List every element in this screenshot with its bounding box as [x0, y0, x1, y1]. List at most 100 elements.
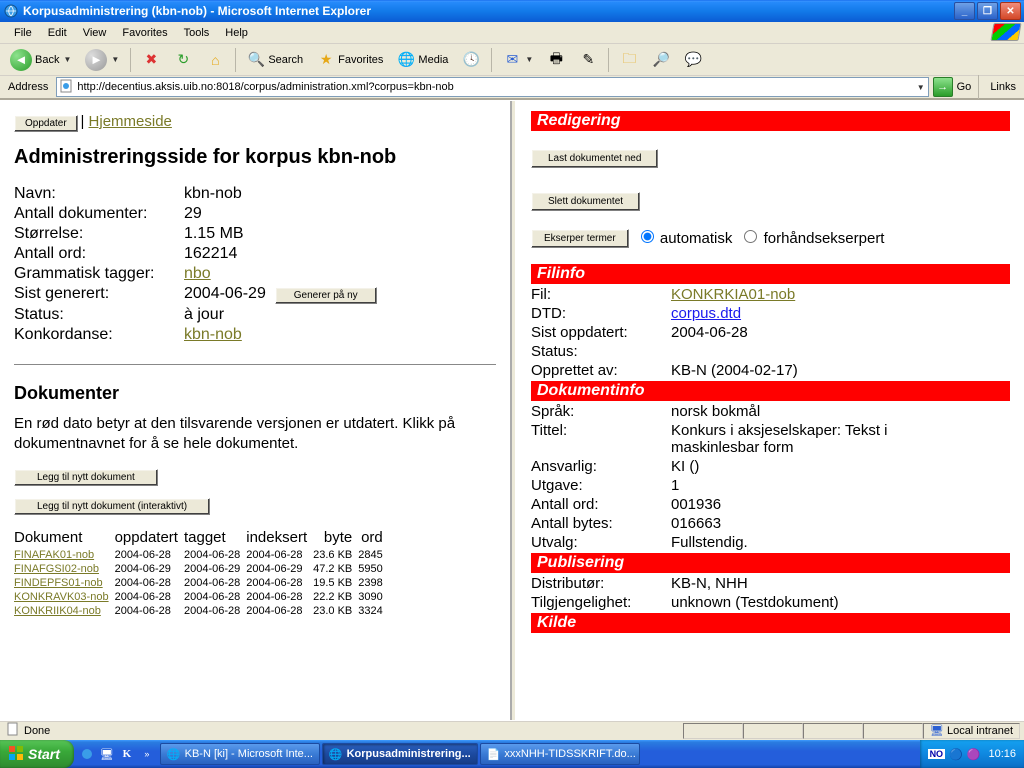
task-item[interactable]: 📄xxxNHH-TIDSSKRIFT.do... [480, 743, 640, 765]
storrelse-label: Størrelse: [14, 225, 184, 243]
status-text: Done [24, 725, 50, 737]
document-table: Dokument oppdatert tagget indeksert byte… [14, 527, 389, 618]
generer-button[interactable]: Generer på ny [275, 287, 377, 304]
legg-til-button[interactable]: Legg til nytt dokument [14, 469, 158, 486]
content-area: Oppdater | Hjemmeside Administreringssid… [0, 100, 1024, 720]
task-label: Korpusadministrering... [347, 748, 471, 760]
gramtag-link[interactable]: nbo [184, 265, 211, 282]
cell-byte: 47.2 KB [313, 562, 358, 576]
start-button[interactable]: Start [0, 740, 74, 768]
back-button[interactable]: ◄ Back ▼ [4, 46, 77, 74]
menu-tools[interactable]: Tools [176, 25, 218, 41]
legg-til-interaktivt-button[interactable]: Legg til nytt dokument (interaktivt) [14, 498, 210, 515]
menu-file[interactable]: File [6, 25, 40, 41]
doc-link[interactable]: KONKRIIK04-nob [14, 605, 101, 617]
menu-edit[interactable]: Edit [40, 25, 75, 41]
hjemmeside-link[interactable]: Hjemmeside [89, 113, 172, 130]
stop-button[interactable]: ✖ [136, 48, 166, 72]
sistgen-value: 2004-06-29 [184, 285, 266, 302]
task-items: 🌐KB-N [ki] - Microsoft Inte... 🌐Korpusad… [160, 742, 640, 766]
utvalg-label: Utvalg: [531, 534, 671, 551]
forhand-radio[interactable] [744, 230, 757, 243]
task-item[interactable]: 🌐KB-N [ki] - Microsoft Inte... [160, 743, 320, 765]
konkordanse-link[interactable]: kbn-nob [184, 326, 242, 343]
ql-app-icon[interactable]: K [118, 745, 136, 763]
dtd-link[interactable]: corpus.dtd [671, 305, 741, 322]
forhand-option[interactable]: forhåndsekserpert [738, 230, 884, 247]
slett-button[interactable]: Slett dokumentet [531, 192, 640, 211]
cell-tagget: 2004-06-28 [184, 576, 246, 590]
favorites-button[interactable]: ★Favorites [311, 48, 389, 72]
refresh-button[interactable]: ↻ [168, 48, 198, 72]
table-row: FINAFAK01-nob2004-06-282004-06-282004-06… [14, 548, 389, 562]
stop-icon: ✖ [142, 51, 160, 69]
task-item-active[interactable]: 🌐Korpusadministrering... [322, 743, 478, 765]
menu-favorites[interactable]: Favorites [114, 25, 175, 41]
menu-view[interactable]: View [75, 25, 115, 41]
print-icon: 🖶 [547, 51, 565, 69]
tray-icon[interactable]: 🟣 [967, 748, 981, 761]
edit-button[interactable]: ✎ [573, 48, 603, 72]
windows-icon [8, 745, 24, 764]
last-ned-button[interactable]: Last dokumentet ned [531, 149, 658, 168]
kilde-heading: Kilde [531, 613, 1010, 633]
doc-link[interactable]: KONKRAVK03-nob [14, 591, 109, 603]
home-button[interactable]: ⌂ [200, 48, 230, 72]
utgave-value: 1 [671, 477, 679, 494]
close-button[interactable]: ✕ [1000, 2, 1021, 20]
address-input[interactable]: http://decentius.aksis.uib.no:8018/corpu… [56, 77, 928, 97]
forward-button[interactable]: ► ▼ [79, 46, 125, 74]
media-button[interactable]: 🌐Media [391, 48, 454, 72]
splitter[interactable] [510, 101, 517, 720]
opprettet-label: Opprettet av: [531, 362, 671, 379]
tray-icon[interactable]: 🔵 [949, 748, 963, 761]
intranet-icon: 🖥 [930, 724, 944, 737]
antord-label: Antall ord: [14, 245, 184, 263]
cell-oppdatert: 2004-06-28 [115, 604, 184, 618]
history-button[interactable]: 🕓 [456, 48, 486, 72]
ql-desktop-icon[interactable]: 🖥 [98, 745, 116, 763]
cell-tagget: 2004-06-29 [184, 562, 246, 576]
window-title: Korpusadministrering (kbn-nob) - Microso… [23, 4, 954, 18]
address-dropdown-icon[interactable]: ▼ [917, 83, 925, 92]
folder-icon: 🗀 [620, 51, 638, 69]
cell-oppdatert: 2004-06-28 [115, 548, 184, 562]
back-dropdown-icon[interactable]: ▼ [63, 55, 71, 64]
links-label[interactable]: Links [986, 81, 1020, 93]
doc-link[interactable]: FINAFGSI02-nob [14, 563, 99, 575]
research-button[interactable]: 🔎 [646, 48, 676, 72]
mail-dropdown-icon[interactable]: ▼ [525, 55, 533, 64]
fil-link[interactable]: KONKRKIA01-nob [671, 286, 795, 303]
mail-button[interactable]: ✉▼ [497, 48, 539, 72]
tray-icon[interactable]: NO [928, 749, 946, 759]
cell-oppdatert: 2004-06-29 [115, 562, 184, 576]
automatisk-option[interactable]: automatisk [635, 230, 733, 247]
go-button[interactable]: → [933, 77, 953, 97]
col-oppdatert: oppdatert [115, 527, 184, 548]
distributor-label: Distributør: [531, 575, 671, 592]
ql-ie-icon[interactable] [78, 745, 96, 763]
quick-launch: 🖥 K » [78, 745, 156, 763]
ql-chevron-icon[interactable]: » [138, 745, 156, 763]
automatisk-radio[interactable] [641, 230, 654, 243]
doc-link[interactable]: FINDEPFS01-nob [14, 577, 103, 589]
right-pane: Redigering Last dokumentet ned Slett dok… [517, 101, 1024, 720]
print-button[interactable]: 🖶 [541, 48, 571, 72]
minimize-button[interactable]: _ [954, 2, 975, 20]
ie-icon [3, 3, 19, 19]
back-arrow-icon: ◄ [10, 49, 32, 71]
doc-link[interactable]: FINAFAK01-nob [14, 549, 94, 561]
ekserper-button[interactable]: Ekserper termer [531, 229, 629, 248]
ansvarlig-value: KI () [671, 458, 699, 475]
menu-help[interactable]: Help [217, 25, 256, 41]
navn-value: kbn-nob [184, 185, 242, 203]
messenger-button[interactable]: 💬 [678, 48, 708, 72]
forward-dropdown-icon[interactable]: ▼ [111, 55, 119, 64]
restore-button[interactable]: ❐ [977, 2, 998, 20]
separator [130, 48, 131, 72]
discuss-button[interactable]: 🗀 [614, 48, 644, 72]
gramtag-label: Grammatisk tagger: [14, 265, 184, 283]
search-button[interactable]: 🔍Search [241, 48, 309, 72]
home-icon: ⌂ [206, 51, 224, 69]
oppdater-button[interactable]: Oppdater [14, 115, 78, 132]
